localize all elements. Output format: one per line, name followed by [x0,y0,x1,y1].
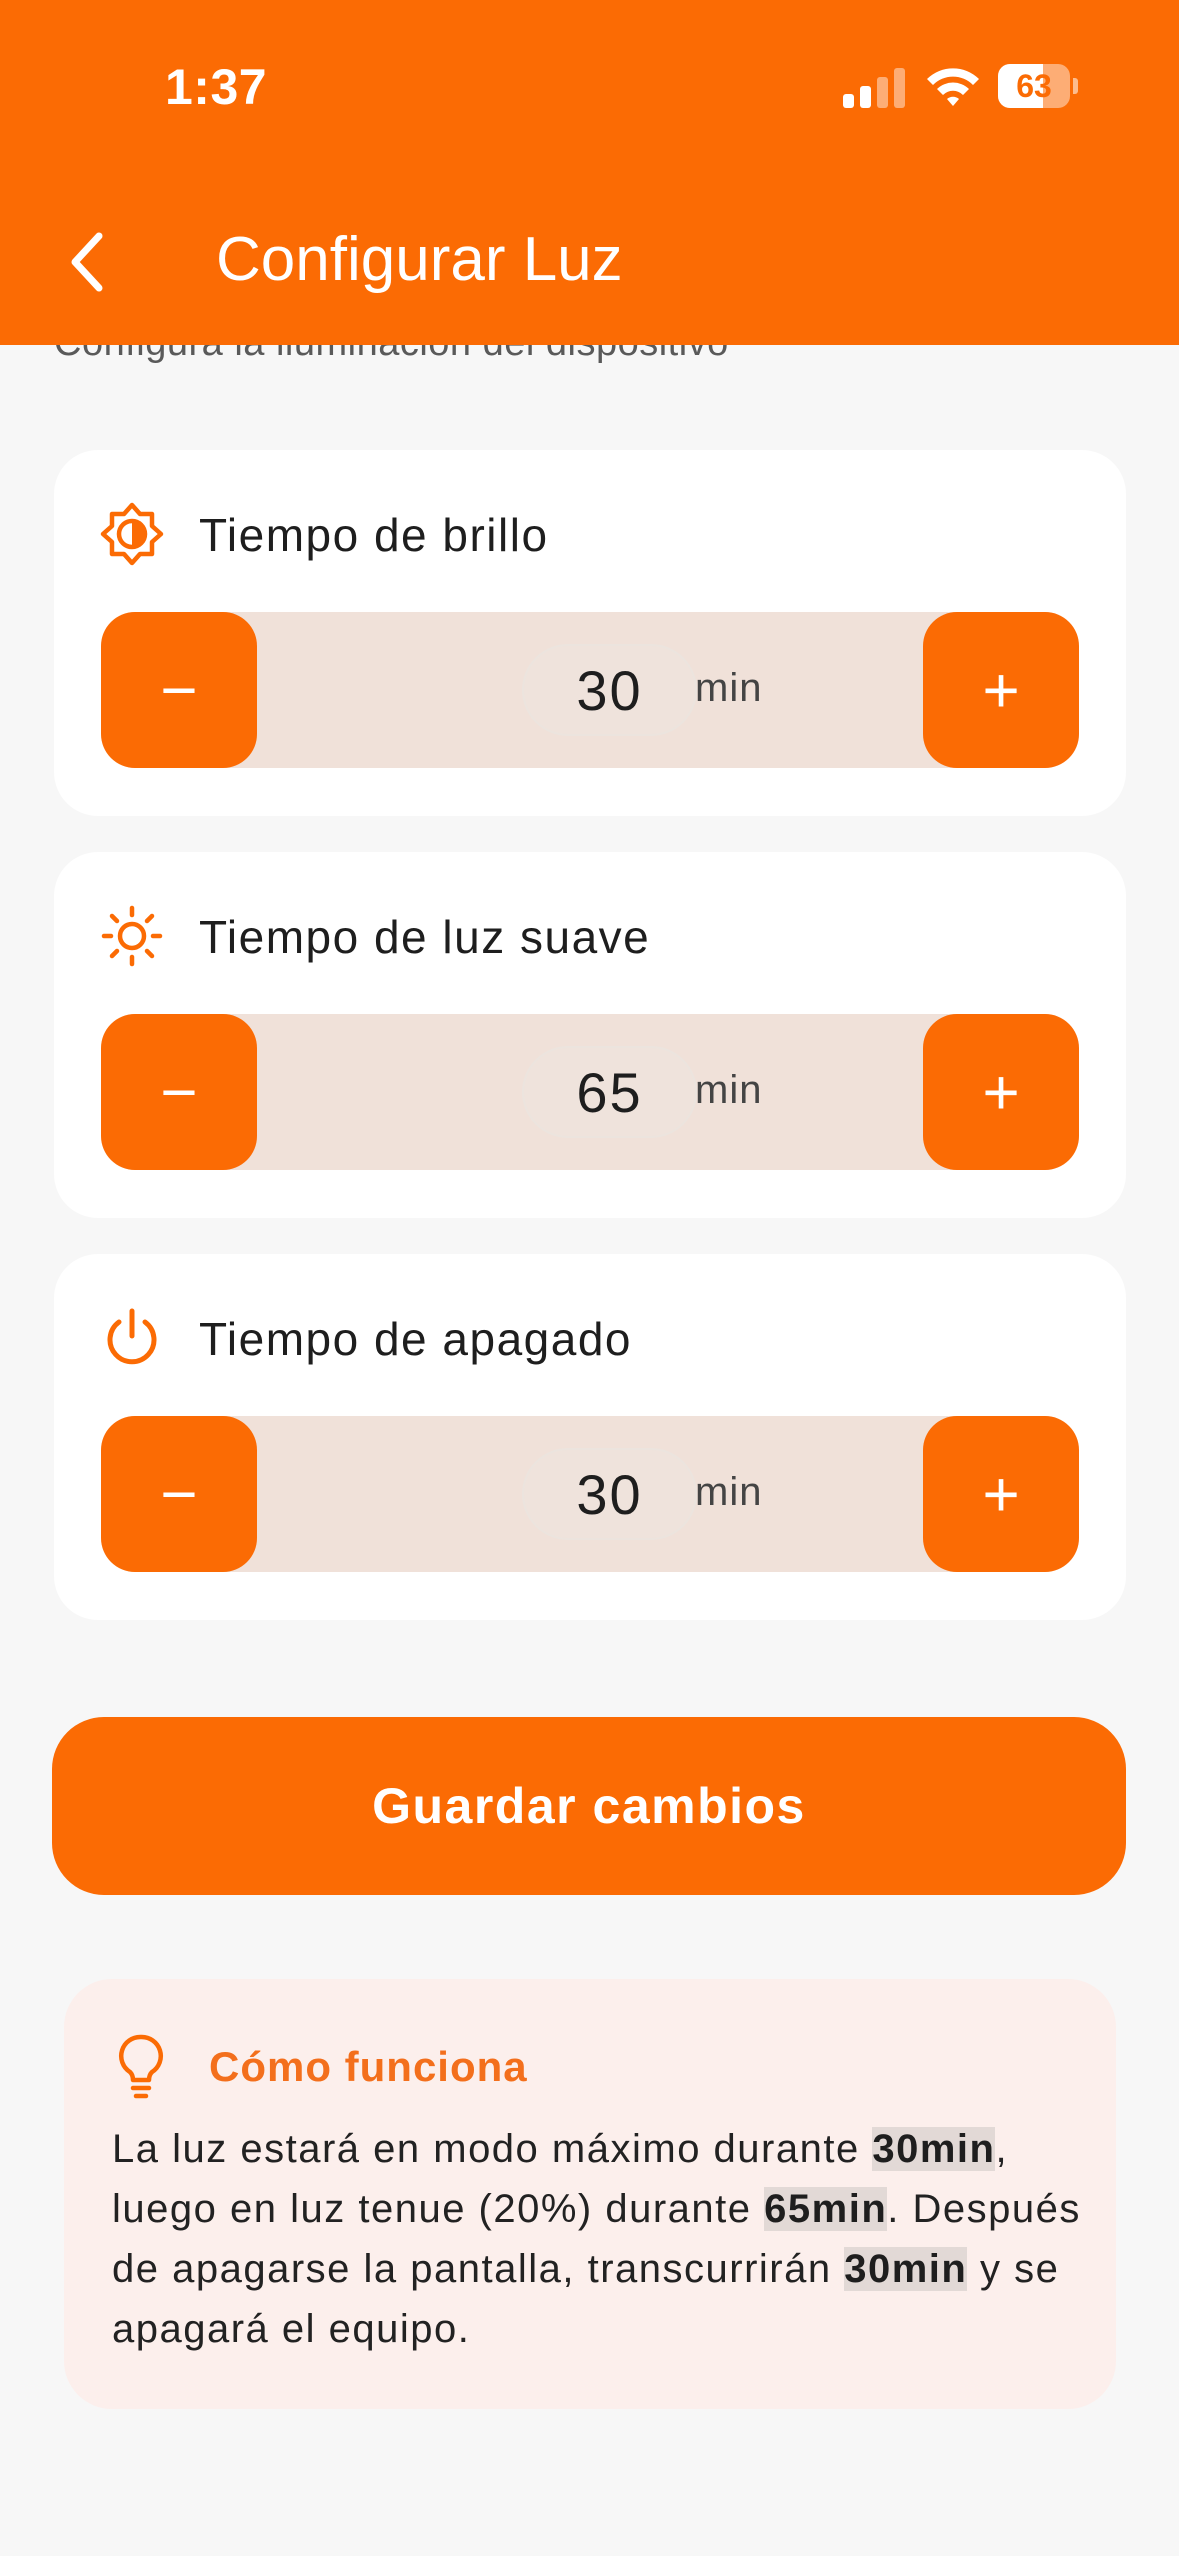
status-time: 1:37 [165,59,268,115]
battery-icon: 63 [998,64,1078,108]
card-title: Tiempo de brillo [199,509,549,561]
info-title: Cómo funciona [209,2043,528,2090]
brillo-increment-button[interactable]: + [923,612,1079,768]
app-header: 1:37 63 Configurar Luz [0,0,1179,345]
info-highlight-suave: 65min [764,2187,888,2231]
screen: 1:37 63 Configurar Luz Configura la [0,0,1179,2556]
card-tiempo-luz-suave: Tiempo de luz suave − 65 min + [54,852,1126,1218]
lightbulb-icon [119,2034,163,2099]
back-button[interactable] [52,222,122,302]
info-description: La luz estará en modo máximo durante 30m… [112,2119,1092,2359]
info-text-segment: La luz estará en modo máximo durante [112,2127,873,2171]
info-panel: Cómo funciona La luz estará en modo máxi… [64,1979,1116,2409]
page-title: Configurar Luz [216,225,623,294]
apagado-decrement-button[interactable]: − [101,1416,257,1572]
brillo-value-input[interactable]: 30 [522,644,697,736]
save-button[interactable]: Guardar cambios [52,1717,1126,1895]
apagado-increment-button[interactable]: + [923,1416,1079,1572]
brillo-unit: min [695,666,763,710]
cellular-signal-icon [843,68,905,108]
info-highlight-brillo: 30min [872,2127,996,2171]
suave-increment-button[interactable]: + [923,1014,1079,1170]
brightness-icon [100,502,164,566]
card-title: Tiempo de apagado [199,1313,632,1365]
card-tiempo-brillo: Tiempo de brillo − 30 min + [54,450,1126,816]
apagado-value-input[interactable]: 30 [522,1448,697,1540]
brillo-decrement-button[interactable]: − [101,612,257,768]
chevron-left-icon [71,232,103,292]
sun-icon [101,905,163,967]
apagado-unit: min [695,1470,763,1514]
suave-unit: min [695,1068,763,1112]
apagado-stepper: − 30 min + [101,1416,1079,1572]
brillo-stepper: − 30 min + [101,612,1079,768]
wifi-icon [927,68,979,106]
card-tiempo-apagado: Tiempo de apagado − 30 min + [54,1254,1126,1620]
suave-stepper: − 65 min + [101,1014,1079,1170]
card-title: Tiempo de luz suave [199,911,651,963]
power-icon [107,1308,157,1365]
suave-decrement-button[interactable]: − [101,1014,257,1170]
battery-percentage: 63 [1016,68,1052,104]
suave-value-input[interactable]: 65 [522,1046,697,1138]
info-highlight-apagado: 30min [844,2247,968,2291]
